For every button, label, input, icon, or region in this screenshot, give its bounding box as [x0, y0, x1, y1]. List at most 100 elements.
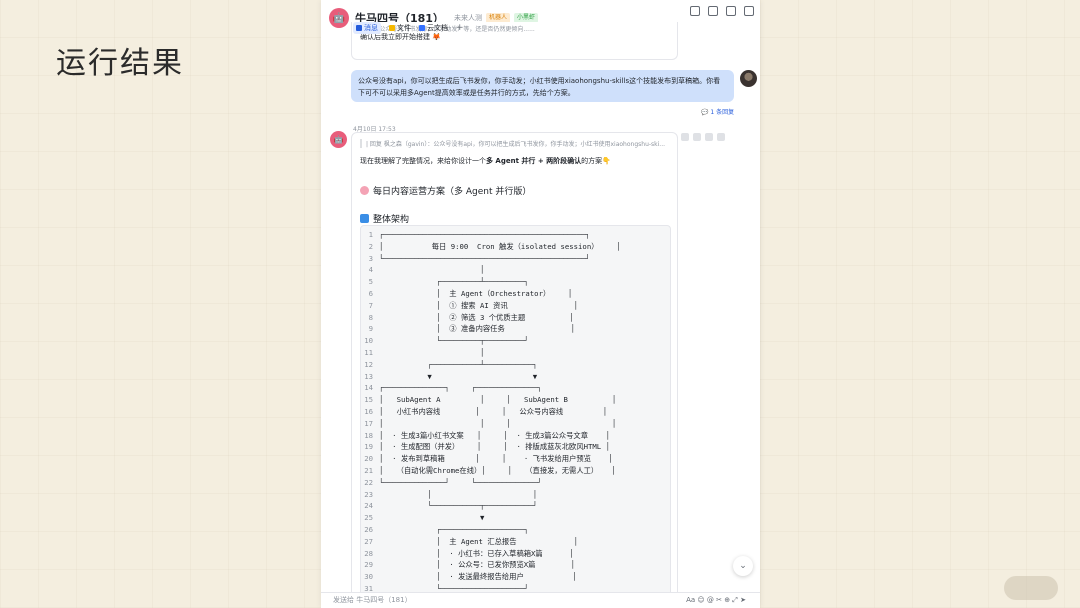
line-number: 29: [364, 560, 373, 570]
input-placeholder: 发送给 牛马四号（181）: [333, 596, 412, 604]
code-text: │ 主 Agent 汇总报告 │: [379, 536, 579, 546]
code-text: │ · 生成配图（并发） │ │ · 排版成蓝灰北欧风HTML │: [379, 442, 610, 452]
forward-icon[interactable]: [705, 133, 713, 141]
settings-icon[interactable]: [744, 6, 754, 16]
code-line: 19 │ · 生成配图（并发） │ │ · 排版成蓝灰北欧风HTML │: [361, 441, 670, 453]
tasks-icon[interactable]: [726, 6, 736, 16]
line-number: 6: [368, 288, 373, 298]
code-line: 9 │ ③ 准备内容任务 │: [361, 323, 670, 335]
code-text: └───────────────────────────────────────…: [379, 253, 590, 263]
line-number: 21: [364, 465, 373, 475]
code-text: ┌───────────────────────────────────────…: [379, 230, 590, 239]
bot-avatar[interactable]: 🤖: [330, 131, 347, 148]
chat-window: 🤖 牛马四号（181） 未来人测 机器人 小黑虾 ...... 从公众号先飞书发…: [321, 0, 760, 608]
code-line: 5 ┌─────────┴─────────┐: [361, 276, 670, 288]
line-number: 4: [368, 265, 373, 275]
code-line: 21 │ （自动化需Chrome在线）│ │ （直接发，无需人工） │: [361, 465, 670, 477]
line-number: 7: [368, 300, 373, 310]
line-number: 27: [364, 536, 373, 546]
line-number: 16: [364, 406, 373, 416]
user-message-bubble[interactable]: 公众号没有api，你可以把生成后飞书发你，你手动发；小红书使用xiaohongs…: [351, 70, 734, 102]
plan-title: 每日内容运营方案（多 Agent 并行版）: [360, 184, 669, 197]
code-text: │ 小红书内容线 │ │ 公众号内容线 │: [379, 406, 608, 416]
line-number: 8: [368, 312, 373, 322]
section-title: 整体架构: [360, 212, 669, 225]
code-line: 22 └──────────────┘ └──────────────┘: [361, 477, 670, 489]
code-line: 23 │ │: [361, 489, 670, 501]
number-one-icon: [360, 214, 369, 223]
line-number: 18: [364, 430, 373, 440]
code-text: │ 每日 9:00 Cron 触发（isolated session） │: [379, 241, 621, 251]
line-number: 25: [364, 513, 373, 523]
code-line: 4 │: [361, 264, 670, 276]
code-text: │ 主 Agent（Orchestrator） │: [379, 288, 573, 298]
add-tab-button[interactable]: +: [456, 23, 464, 33]
scroll-to-bottom-button[interactable]: ⌄: [733, 556, 753, 576]
bot-intro: 现在我理解了完整情况，来给你设计一个多 Agent 并行 + 两阶段确认的方案👇: [360, 157, 611, 165]
code-text: ┌───────────────────┐: [379, 524, 529, 534]
code-text: │: [379, 265, 485, 275]
thumbs-up-icon[interactable]: [681, 133, 689, 141]
user-avatar[interactable]: [740, 70, 757, 87]
code-text: │: [379, 347, 485, 357]
code-line: 27 │ 主 Agent 汇总报告 │: [361, 536, 670, 548]
code-text: ▼ ▼: [379, 371, 538, 381]
code-text: ┌───────────┴───────────┐: [379, 359, 538, 369]
input-toolbar[interactable]: Aa ☺ @ ✂ ⊕ ⤢ ➤: [686, 596, 746, 605]
message-input[interactable]: 发送给 牛马四号（181） Aa ☺ @ ✂ ⊕ ⤢ ➤: [321, 592, 760, 608]
code-line: 12 ┌───────────┴───────────┐: [361, 359, 670, 371]
code-line: 20 │ · 发布到草稿箱 │ │ · 飞书发给用户预览 │: [361, 453, 670, 465]
bot-message-card[interactable]: | 回复 枫之森（gavin）：公众号没有api，你可以把生成后飞书发你，你手动…: [351, 132, 678, 602]
code-text: └─────────┬─────────┘: [379, 336, 529, 346]
code-line: 8 │ ② 筛选 3 个优质主题 │: [361, 312, 670, 324]
line-number: 10: [364, 336, 373, 346]
line-number: 24: [364, 501, 373, 511]
line-number: 19: [364, 442, 373, 452]
code-line: 30 │ · 发送最终报告给用户 │: [361, 571, 670, 583]
code-text: ┌─────────┴─────────┐: [379, 277, 529, 287]
search-icon[interactable]: [690, 6, 700, 16]
code-line: 1 ┌──────────────────────────────────────…: [361, 229, 670, 241]
slide-title: 运行结果: [56, 46, 184, 81]
message-icon: [356, 25, 362, 31]
brain-icon: [360, 186, 369, 195]
code-line: 24 └───────────┬───────────┘: [361, 500, 670, 512]
code-line: 25 ▼: [361, 512, 670, 524]
code-text: ▼: [379, 513, 485, 523]
group-avatar[interactable]: 🤖: [329, 8, 349, 28]
line-number: 9: [368, 324, 373, 334]
more-icon[interactable]: [717, 133, 725, 141]
code-text: │ （自动化需Chrome在线）│ │ （直接发，无需人工） │: [379, 465, 616, 475]
code-text: ┌──────────────┐ ┌──────────────┐: [379, 383, 542, 393]
code-line: 13 ▼ ▼: [361, 371, 670, 383]
code-line: 10 └─────────┬─────────┘: [361, 335, 670, 347]
tab-messages[interactable]: 消息: [353, 22, 381, 34]
code-line: 17 │ │ │ │: [361, 418, 670, 430]
code-text: │ │ │ │: [379, 418, 617, 428]
line-number: 11: [364, 347, 373, 357]
code-text: │ │: [379, 489, 538, 499]
code-line: 16 │ 小红书内容线 │ │ 公众号内容线 │: [361, 406, 670, 418]
architecture-code-block[interactable]: 1 ┌──────────────────────────────────────…: [360, 225, 671, 601]
video-call-icon[interactable]: [708, 6, 718, 16]
line-number: 20: [364, 454, 373, 464]
code-text: └───────────┬───────────┘: [379, 501, 538, 511]
line-number: 28: [364, 548, 373, 558]
line-number: 23: [364, 489, 373, 499]
code-text: │ ② 筛选 3 个优质主题 │: [379, 312, 574, 322]
reply-icon[interactable]: [693, 133, 701, 141]
tab-files[interactable]: 文件: [389, 23, 411, 33]
line-number: 3: [368, 253, 373, 263]
line-number: 30: [364, 572, 373, 582]
code-text: │ · 发布到草稿箱 │ │ · 飞书发给用户预览 │: [379, 454, 613, 464]
line-number: 1: [368, 230, 373, 239]
folder-icon: [389, 25, 395, 31]
code-line: 18 │ · 生成3篇小红书文案 │ │ · 生成3篇公众号文章 │: [361, 430, 670, 442]
reply-count-link[interactable]: 💬 1 条回复: [701, 107, 734, 116]
tab-cloud-docs[interactable]: 云文档: [419, 23, 448, 33]
code-line: 6 │ 主 Agent（Orchestrator） │: [361, 288, 670, 300]
code-line: 11 │: [361, 347, 670, 359]
code-text: │ SubAgent A │ │ SubAgent B │: [379, 395, 617, 405]
quoted-reply: | 回复 枫之森（gavin）：公众号没有api，你可以把生成后飞书发你，你手动…: [360, 139, 669, 148]
line-number: 26: [364, 524, 373, 534]
